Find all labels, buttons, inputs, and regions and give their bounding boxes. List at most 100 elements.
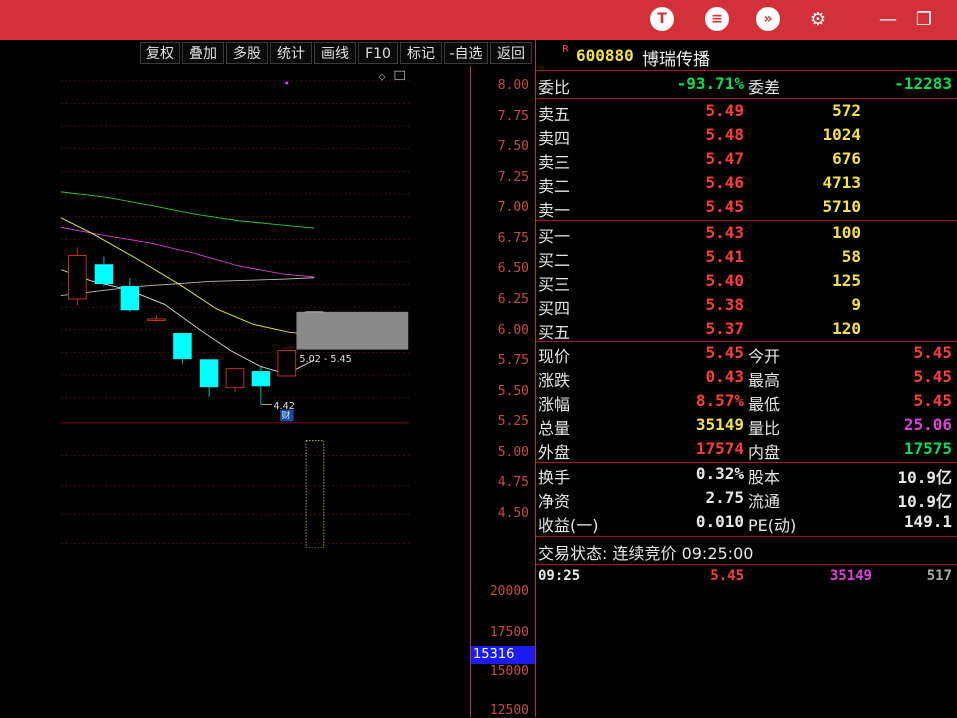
stock-header: R 600880 博瑞传播 [536,40,957,70]
y-tick-label: 7.75 [497,108,529,124]
gear-icon[interactable]: ⚙ [804,5,832,33]
fundamental-row: 净资 2.75 流通 10.9亿 [536,488,957,512]
order-volume: 120 [832,319,861,338]
weibi-value: -93.71% [676,74,744,93]
sell-level-row: 卖二 5.46 4713 [536,173,957,197]
finance-badge[interactable]: 财 [282,409,291,421]
stat-label: 股本 [748,468,781,487]
volume-bar [305,440,325,548]
order-price: 5.43 [705,223,744,242]
y-tick-label: 6.75 [497,230,529,246]
y-tick-label: 6.50 [497,261,529,277]
stat-label: 最低 [748,395,781,414]
order-label: 买三 [538,275,571,294]
order-volume: 572 [832,101,861,120]
tick-row: 09:25 5.45 35149 517 [536,568,957,592]
order-label: 卖三 [538,153,571,172]
back-button[interactable]: 返回 [490,42,532,64]
candle-body[interactable] [147,318,166,321]
stat-row: 涨幅 8.57% 最低 5.45 [536,391,957,415]
candle-body[interactable] [277,350,297,377]
order-label: 买一 [538,227,571,246]
status-row: 交易状态: 连续竞价 09:25:00 [536,540,957,564]
weibi-label: 委比 [538,78,571,97]
stat-value: 5.45 [913,367,952,386]
y-tick-label: 5.50 [497,383,529,399]
layout-icon[interactable]: ≡ [703,5,731,33]
order-price: 5.38 [705,295,744,314]
statistics-button[interactable]: 统计 [270,42,312,64]
stat-value: 149.1 [903,512,952,531]
stat-value: 10.9亿 [897,468,952,487]
shirt-icon[interactable]: T [648,5,676,33]
order-volume: 9 [851,295,861,314]
overlay-button[interactable]: 叠加 [182,42,224,64]
fundamental-row: 换手 0.32% 股本 10.9亿 [536,464,957,488]
stat-value: 5.45 [705,343,744,362]
stat-label: 总量 [538,419,571,438]
draw-line-button[interactable]: 画线 [314,42,356,64]
tick-volume: 35149 [829,568,872,584]
fuquan-button[interactable]: 复权 [140,42,180,64]
y-tick-label: 7.00 [497,200,529,216]
order-label: 卖五 [538,105,571,124]
title-bar: T ≡ » ⚙ — ❐ [0,0,957,40]
trade-status: 交易状态: 连续竞价 09:25:00 [538,544,754,563]
restore-icon[interactable]: ❐ [910,5,938,33]
kline-chart[interactable]: 5.02 - 5.45 4.42 财 ◇ [0,66,470,548]
mark-button[interactable]: 标记 [400,42,442,64]
price-grid [61,80,409,399]
stat-value: 0.010 [695,512,744,531]
intraday-range-box [296,311,409,350]
candle-body[interactable] [199,359,219,388]
f10-button[interactable]: F10 [358,42,398,64]
candle-body[interactable] [173,333,192,360]
candle-body[interactable] [94,264,114,284]
stock-code: 600880 [576,46,634,65]
stat-row: 涨跌 0.43 最高 5.45 [536,367,957,391]
quote-panel: R 600880 博瑞传播 委比 -93.71% 委差 -12283 卖五 5.4… [535,40,957,717]
stat-value: 17575 [903,439,952,458]
diamond-icon[interactable]: ◇ [379,72,386,82]
stat-row: 现价 5.45 今开 5.45 [536,343,957,367]
weibi-row: 委比 -93.71% 委差 -12283 [536,74,957,98]
stat-row: 外盘 17574 内盘 17575 [536,439,957,463]
y-tick-label: 4.50 [497,506,529,521]
r-mark: R [562,44,569,55]
stat-value: 0.32% [695,464,744,483]
multi-stock-button[interactable]: 多股 [226,42,268,64]
stat-value: 5.45 [913,343,952,362]
candle-body[interactable] [68,255,87,300]
candle-body[interactable] [251,371,271,387]
order-volume: 5710 [822,197,861,216]
volume-current-badge: 15316 [471,646,535,664]
shield-arrow-icon[interactable]: » [754,5,782,33]
y-tick-label: 5.00 [497,444,529,460]
y-tick-label: 5.25 [497,414,529,430]
order-label: 卖四 [538,129,571,148]
stat-value: 10.9亿 [897,492,952,511]
sell-level-row: 卖四 5.48 1024 [536,125,957,149]
stat-label: 涨跌 [538,371,571,390]
remove-watchlist-button[interactable]: -自选 [444,42,488,64]
stat-value: 17574 [695,439,744,458]
stat-label: 涨幅 [538,395,571,414]
tick-price: 5.45 [710,568,744,584]
volume-grid [61,455,409,544]
order-label: 卖一 [538,201,571,220]
order-price: 5.48 [705,125,744,144]
divider [536,341,957,342]
divider [536,536,957,537]
order-label: 买五 [538,323,571,342]
candle-body[interactable] [225,368,245,389]
stat-value: 5.45 [913,391,952,410]
sell-level-row: 卖五 5.49 572 [536,101,957,125]
divider [536,220,957,221]
minimize-icon[interactable]: — [874,5,902,33]
y-tick-label: 7.25 [497,169,529,185]
order-volume: 125 [832,271,861,290]
candle-body[interactable] [120,285,140,311]
stat-value: 25.06 [903,415,952,434]
order-volume: 100 [832,223,861,242]
panel-toggle-icon[interactable] [394,70,405,80]
